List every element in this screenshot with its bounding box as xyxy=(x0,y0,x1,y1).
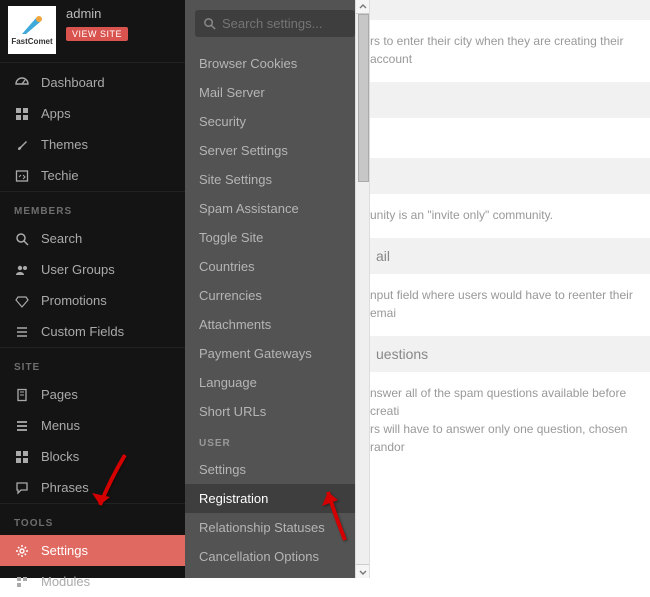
sub-cancellation-options[interactable]: Cancellation Options xyxy=(185,542,365,571)
nav-members: MEMBERS Search User Groups Promotions Cu… xyxy=(0,191,185,347)
sub-section-user: USER xyxy=(185,426,365,455)
nav-label: Modules xyxy=(41,574,90,589)
sub-countries[interactable]: Countries xyxy=(185,252,365,281)
sub-site-settings[interactable]: Site Settings xyxy=(185,165,365,194)
setting-block-head: uestions xyxy=(370,336,650,372)
setting-block-head xyxy=(370,82,650,118)
sub-user-settings[interactable]: Settings xyxy=(185,455,365,484)
search-wrap xyxy=(185,0,365,49)
nav-label: Custom Fields xyxy=(41,324,124,339)
sub-spam-assistance[interactable]: Spam Assistance xyxy=(185,194,365,223)
settings-subpanel: Browser Cookies Mail Server Security Ser… xyxy=(185,0,365,578)
scroll-thumb[interactable] xyxy=(358,14,369,182)
section-tools: TOOLS xyxy=(0,508,185,535)
brand-logo[interactable]: FastComet xyxy=(8,6,56,54)
module-icon xyxy=(14,574,29,589)
nav-label: Settings xyxy=(41,543,88,558)
section-members: MEMBERS xyxy=(0,196,185,223)
nav-menus[interactable]: Menus xyxy=(0,410,185,441)
sub-payment-gateways[interactable]: Payment Gateways xyxy=(185,339,365,368)
code-icon xyxy=(14,168,29,183)
setting-desc: unity is an "invite only" community. xyxy=(370,194,650,238)
sub-mail-server[interactable]: Mail Server xyxy=(185,78,365,107)
search-icon xyxy=(203,17,216,31)
nav-settings[interactable]: Settings xyxy=(0,535,185,566)
search-icon xyxy=(14,231,29,246)
nav-label: User Groups xyxy=(41,262,115,277)
setting-desc: nswer all of the spam questions availabl… xyxy=(370,372,650,470)
nav-tools: TOOLS Settings Modules xyxy=(0,503,185,597)
brand-meta: admin VIEW SITE xyxy=(66,6,128,41)
brush-icon xyxy=(14,137,29,152)
nav-label: Dashboard xyxy=(41,75,105,90)
dashboard-icon xyxy=(14,75,29,90)
nav-search[interactable]: Search xyxy=(0,223,185,254)
nav-label: Search xyxy=(41,231,82,246)
nav-pages[interactable]: Pages xyxy=(0,379,185,410)
sub-relationship-statuses[interactable]: Relationship Statuses xyxy=(185,513,365,542)
sub-currencies[interactable]: Currencies xyxy=(185,281,365,310)
nav-site: SITE Pages Menus Blocks Phrases xyxy=(0,347,185,503)
nav-promotions[interactable]: Promotions xyxy=(0,285,185,316)
search-box[interactable] xyxy=(195,10,355,37)
nav-blocks[interactable]: Blocks xyxy=(0,441,185,472)
sub-toggle-site[interactable]: Toggle Site xyxy=(185,223,365,252)
sub-server-settings[interactable]: Server Settings xyxy=(185,136,365,165)
sub-attachments[interactable]: Attachments xyxy=(185,310,365,339)
brand-row: FastComet admin VIEW SITE xyxy=(0,0,185,62)
nav-label: Pages xyxy=(41,387,78,402)
nav-techie[interactable]: Techie xyxy=(0,160,185,191)
users-icon xyxy=(14,262,29,277)
nav-label: Menus xyxy=(41,418,80,433)
section-site: SITE xyxy=(0,352,185,379)
sub-user-registration[interactable]: Registration xyxy=(185,484,365,513)
sub-browser-cookies[interactable]: Browser Cookies xyxy=(185,49,365,78)
setting-block-head: ail xyxy=(370,238,650,274)
nav-primary: Dashboard Apps Themes Techie xyxy=(0,62,185,191)
setting-block-head xyxy=(370,0,650,20)
subpanel-scrollbar[interactable] xyxy=(355,0,370,578)
gear-icon xyxy=(14,543,29,558)
nav-label: Promotions xyxy=(41,293,107,308)
view-site-button[interactable]: VIEW SITE xyxy=(66,27,128,41)
sub-short-urls[interactable]: Short URLs xyxy=(185,397,365,426)
content-area: rs to enter their city when they are cre… xyxy=(370,0,650,578)
setting-desc xyxy=(370,118,650,158)
admin-sidebar: FastComet admin VIEW SITE Dashboard Apps… xyxy=(0,0,185,578)
username-label: admin xyxy=(66,6,128,21)
sub-security[interactable]: Security xyxy=(185,107,365,136)
grid-icon xyxy=(14,106,29,121)
comet-icon xyxy=(18,14,46,36)
nav-label: Techie xyxy=(41,168,79,183)
setting-desc: nput field where users would have to ree… xyxy=(370,274,650,336)
brand-name: FastComet xyxy=(11,37,52,46)
blocks-icon xyxy=(14,449,29,464)
scroll-down-button[interactable] xyxy=(356,564,369,578)
nav-label: Apps xyxy=(41,106,71,121)
nav-modules[interactable]: Modules xyxy=(0,566,185,597)
setting-block-head xyxy=(370,158,650,194)
nav-dashboard[interactable]: Dashboard xyxy=(0,67,185,98)
nav-custom-fields[interactable]: Custom Fields xyxy=(0,316,185,347)
nav-label: Themes xyxy=(41,137,88,152)
list-icon xyxy=(14,324,29,339)
setting-desc: rs to enter their city when they are cre… xyxy=(370,20,650,82)
nav-phrases[interactable]: Phrases xyxy=(0,472,185,503)
nav-apps[interactable]: Apps xyxy=(0,98,185,129)
nav-label: Phrases xyxy=(41,480,89,495)
nav-label: Blocks xyxy=(41,449,79,464)
diamond-icon xyxy=(14,293,29,308)
scroll-up-button[interactable] xyxy=(356,0,369,14)
page-icon xyxy=(14,387,29,402)
chat-icon xyxy=(14,480,29,495)
menu-icon xyxy=(14,418,29,433)
nav-user-groups[interactable]: User Groups xyxy=(0,254,185,285)
nav-themes[interactable]: Themes xyxy=(0,129,185,160)
sub-language[interactable]: Language xyxy=(185,368,365,397)
settings-search-input[interactable] xyxy=(222,16,347,31)
